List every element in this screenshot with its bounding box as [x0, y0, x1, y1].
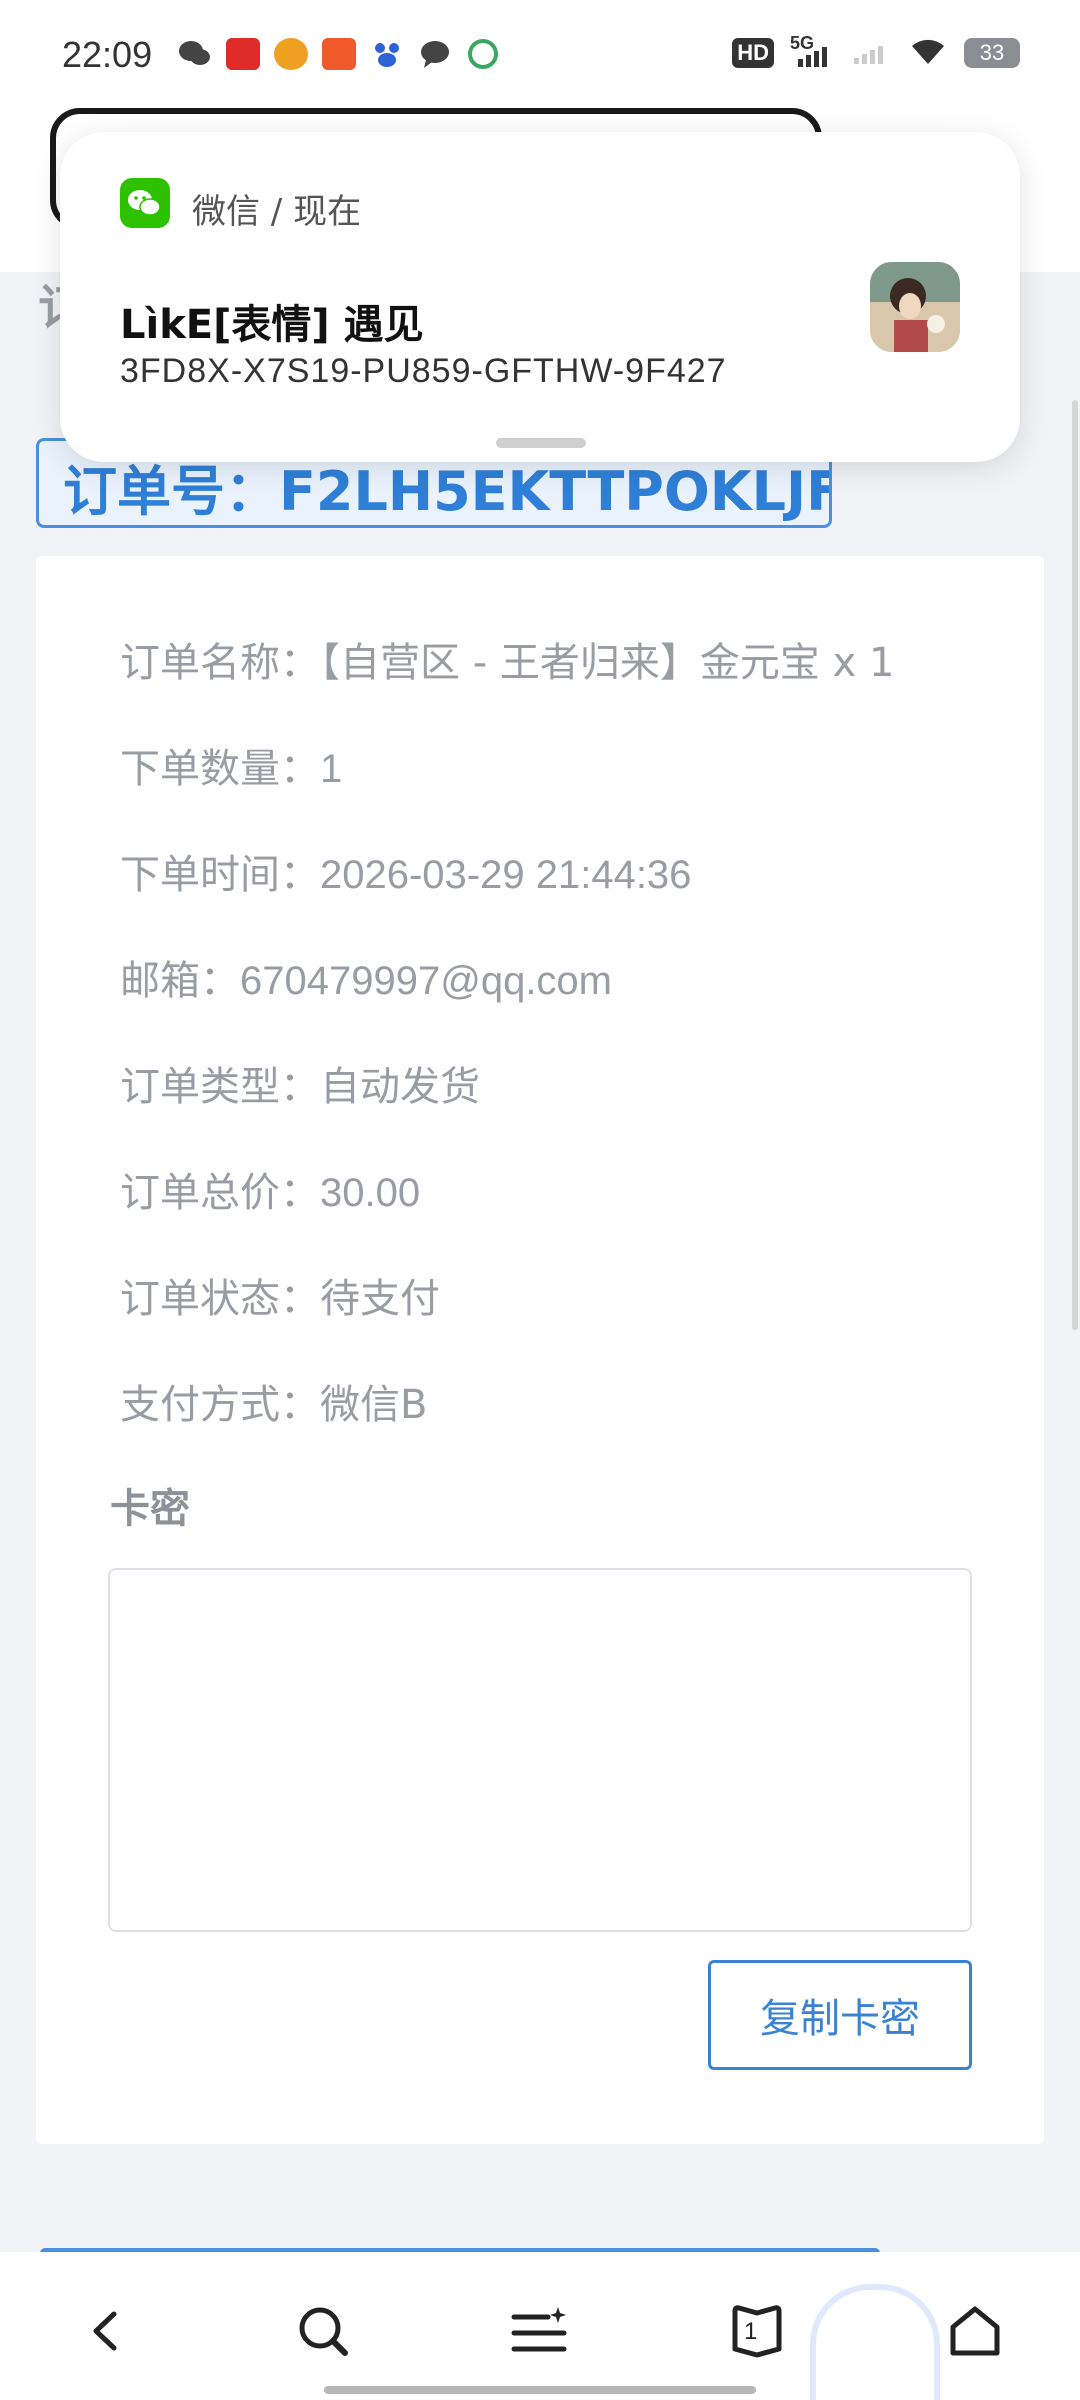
signal-5g-icon: 5G: [790, 33, 836, 69]
order-type-value: 自动发货: [320, 1064, 480, 1110]
back-icon[interactable]: [72, 2296, 142, 2366]
payment-method-row: 支付方式：微信B: [120, 1372, 427, 1430]
order-time-label: 下单时间：: [120, 852, 320, 898]
order-type-row: 订单类型：自动发货: [120, 1054, 480, 1112]
order-quantity-value: 1: [320, 747, 343, 791]
search-icon[interactable]: [288, 2296, 358, 2366]
order-name-value: 【自营区 - 王者归来】金元宝 x 1: [320, 640, 895, 686]
order-quantity-label: 下单数量：: [120, 746, 320, 792]
order-total-value: 30.00: [320, 1171, 421, 1215]
app-status-icon: [274, 38, 308, 70]
scrollbar[interactable]: [1072, 400, 1078, 1330]
signal-icon: [852, 36, 892, 70]
order-status-row: 订单状态：待支付: [120, 1266, 440, 1324]
pay-status-icon: [466, 38, 500, 70]
tab-count: 1: [744, 2318, 758, 2345]
notification-avatar: [870, 262, 960, 352]
email-label: 邮箱：: [120, 958, 240, 1004]
notification-icons: [178, 38, 500, 70]
notification-body: 3FD8X-X7S19-PU859-GFTHW-9F427: [120, 352, 727, 390]
order-detail-card: 订单名称：【自营区 - 王者归来】金元宝 x 1 下单数量：1 下单时间：202…: [36, 556, 1044, 2144]
menu-icon[interactable]: [505, 2296, 575, 2366]
order-time-row: 下单时间：2026-03-29 21:44:36: [120, 842, 691, 900]
baidu-status-icon: [370, 38, 404, 70]
payment-method-value: 微信B: [320, 1382, 428, 1428]
message-status-icon: [418, 38, 452, 70]
order-time-value: 2026-03-29 21:44:36: [320, 853, 692, 897]
payment-method-label: 支付方式：: [120, 1382, 320, 1428]
card-key-label: 卡密: [110, 1486, 190, 1532]
gesture-bar[interactable]: [324, 2386, 756, 2394]
floating-mascot-icon[interactable]: [810, 2284, 940, 2400]
copy-card-key-button[interactable]: 复制卡密: [708, 1960, 972, 2070]
email-value: 670479997@qq.com: [240, 959, 612, 1003]
wechat-icon: [120, 178, 170, 228]
email-row: 邮箱：670479997@qq.com: [120, 948, 612, 1006]
status-time: 22:09: [62, 34, 153, 75]
card-key-textarea[interactable]: [108, 1568, 972, 1932]
order-total-label: 订单总价：: [120, 1170, 320, 1216]
tabs-icon[interactable]: 1: [722, 2296, 792, 2366]
battery-icon: 33: [964, 38, 1020, 68]
home-icon[interactable]: [940, 2296, 1010, 2366]
order-quantity-row: 下单数量：1: [120, 736, 342, 794]
status-bar: 22:09 HD 5G 33: [0, 0, 1080, 120]
wechat-notification[interactable]: 微信 / 现在 LìkE[表情] 遇见 3FD8X-X7S19-PU859-GF…: [60, 132, 1020, 462]
order-total-row: 订单总价：30.00: [120, 1160, 420, 1218]
shop-status-icon: [322, 38, 356, 70]
notification-drag-handle[interactable]: [496, 438, 586, 448]
notification-app-name: 微信 / 现在: [192, 192, 362, 232]
wifi-icon: [908, 36, 948, 70]
order-type-label: 订单类型：: [120, 1064, 320, 1110]
order-status-value: 待支付: [320, 1276, 440, 1322]
notification-title: LìkE[表情] 遇见: [120, 302, 424, 348]
order-name-label: 订单名称：: [120, 640, 320, 686]
hd-icon: HD: [732, 38, 774, 68]
bottom-navigation: 1: [0, 2252, 1080, 2400]
system-icons: HD 5G 33: [732, 33, 1020, 70]
order-name-row: 订单名称：【自营区 - 王者归来】金元宝 x 1: [120, 630, 894, 688]
order-status-label: 订单状态：: [120, 1276, 320, 1322]
toutiao-status-icon: [226, 38, 260, 70]
wechat-status-icon: [178, 38, 212, 70]
